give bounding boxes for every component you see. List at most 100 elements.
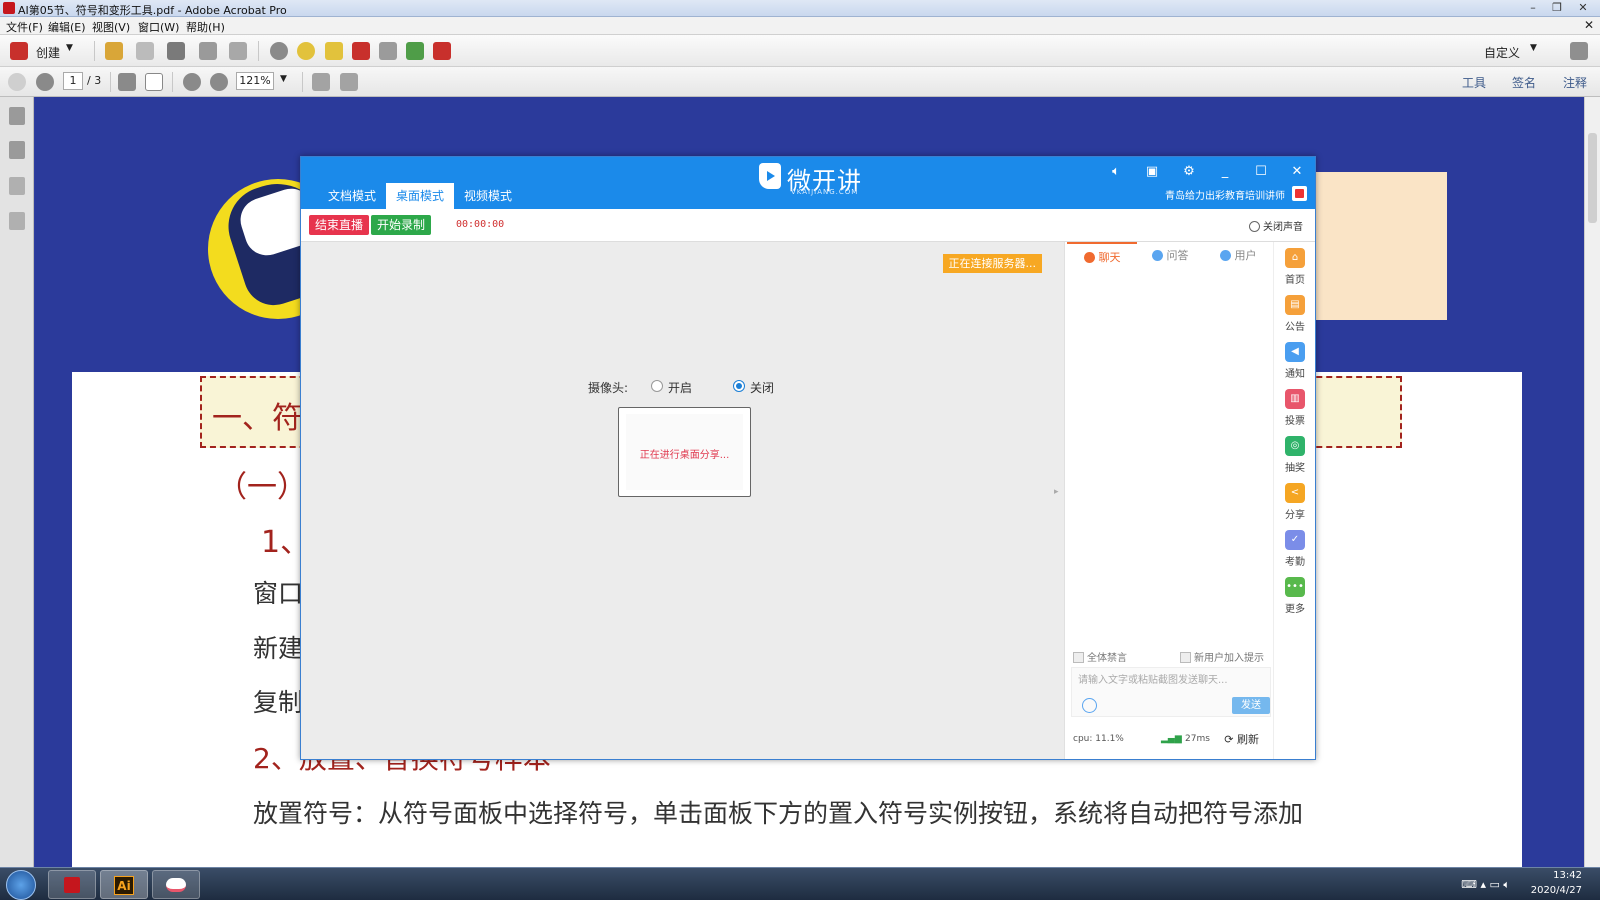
save-icon[interactable] [136,42,154,60]
rail-item-attendance[interactable]: ✓ 考勤 [1274,530,1316,568]
tab-chat[interactable]: 聊天 [1067,242,1137,270]
rail-item-vote[interactable]: ▥ 投票 [1274,389,1316,427]
tab-qa[interactable]: 问答 [1135,242,1205,270]
system-tray-icons[interactable]: ⌨ ▴ ▭ 🔈︎ [1461,878,1510,892]
taskbar-acrobat[interactable] [48,870,96,899]
refresh-button[interactable]: ⟳ 刷新 [1224,731,1259,747]
tab-document-mode[interactable]: 文档模式 [318,183,386,209]
highlight-icon[interactable] [325,42,343,60]
vkj-logo-icon [759,163,781,189]
close-window-button[interactable]: ✕ [1572,1,1594,15]
rail-item-notify[interactable]: ◀ 通知 [1274,342,1316,380]
create-button[interactable]: 创建 [36,44,60,61]
fit-page-icon[interactable] [340,73,358,91]
menu-file[interactable]: 文件(F) [6,19,43,35]
minimize-window-button[interactable]: – [1522,1,1544,15]
rail-item-notice[interactable]: ▤ 公告 [1274,295,1316,333]
zoom-out-icon[interactable] [183,73,201,91]
select-cursor-icon[interactable] [118,73,136,91]
zoom-in-icon[interactable] [210,73,228,91]
hand-tool-icon[interactable] [145,73,163,91]
tab-video-mode[interactable]: 视频模式 [454,183,522,209]
start-button-icon[interactable] [6,870,36,900]
emoji-icon[interactable] [1082,698,1097,713]
menu-view[interactable]: 视图(V) [92,19,130,35]
attachments-icon[interactable] [9,177,25,195]
mute-all-checkbox[interactable]: 全体禁言 [1073,649,1127,664]
vertical-scrollbar[interactable] [1584,97,1600,867]
body-paragraph: 放置符号：从符号面板中选择符号，单击面板下方的置入符号实例按钮，系统将自动把符号… [253,799,1304,828]
record-timer: 00:00:00 [456,219,505,230]
mute-icon [1249,221,1260,232]
rail-item-home[interactable]: ⌂ 首页 [1274,248,1316,286]
end-live-button[interactable]: 结束直播 [309,215,370,235]
rail-item-more[interactable]: ••• 更多 [1274,577,1316,615]
camera-on-label[interactable]: 开启 [668,379,692,396]
create-dropdown-icon[interactable]: ▼ [66,43,73,53]
screen-icon[interactable]: ▣ [1143,163,1161,181]
rail-item-lottery[interactable]: ◎ 抽奖 [1274,436,1316,474]
comment-pane-button[interactable]: 注释 [1563,74,1587,91]
taskbar-vkj[interactable] [152,870,200,899]
page-thumbnails-icon[interactable] [9,107,25,125]
home-icon: ⌂ [1285,248,1305,268]
export-icon[interactable] [406,42,424,60]
fit-width-icon[interactable] [312,73,330,91]
camera-off-label[interactable]: 关闭 [750,379,774,396]
tools-pane-button[interactable]: 工具 [1462,74,1486,91]
toolbar-separator [110,72,111,92]
toolbar-separator [302,72,303,92]
next-page-icon[interactable] [36,73,54,91]
email-icon[interactable] [229,42,247,60]
send-button[interactable]: 发送 [1232,697,1270,714]
panel-splitter-handle[interactable]: ▸ [1054,487,1059,497]
scrollbar-thumb[interactable] [1588,133,1597,223]
chat-input[interactable] [1078,672,1263,688]
settings-gear-icon[interactable]: ⚙︎ [1180,163,1198,181]
open-folder-icon[interactable] [105,42,123,60]
comment-bubble-icon[interactable] [297,42,315,60]
close-icon[interactable]: ✕ [1288,163,1306,181]
forms-icon[interactable] [433,42,451,60]
maximize-icon[interactable]: ☐ [1252,163,1270,181]
print-icon[interactable] [167,42,185,60]
zoom-dropdown-icon[interactable]: ▼ [280,74,287,84]
megaphone-icon: ◀ [1285,342,1305,362]
mute-sound-toggle[interactable]: 关闭声音 [1249,218,1303,233]
settings-gear-icon[interactable] [270,42,288,60]
create-icon[interactable] [10,42,28,60]
illustrator-icon: Ai [114,876,134,895]
sign-document-icon[interactable] [379,42,397,60]
customize-button[interactable]: 自定义 [1484,44,1520,61]
tab-desktop-mode[interactable]: 桌面模式 [386,183,455,209]
menu-help[interactable]: 帮助(H) [186,19,225,35]
rail-item-share[interactable]: < 分享 [1274,483,1316,521]
menu-window[interactable]: 窗口(W) [138,19,179,35]
vkj-logo-subtext: VKAIJIANG.COM [791,188,859,196]
zoom-level-input[interactable]: 121% [236,72,274,90]
page-number-input[interactable]: 1 [63,72,83,90]
clock-time[interactable]: 13:42 [1553,870,1582,881]
speaker-icon[interactable]: 🔈︎ [1107,163,1125,181]
start-record-button[interactable]: 开始录制 [371,215,432,235]
expand-icon[interactable] [1570,42,1588,60]
acrobat-title-bar: AI第05节、符号和变形工具.pdf - Adobe Acrobat Pro –… [0,0,1600,17]
clock-date[interactable]: 2020/4/27 [1531,885,1582,896]
signatures-icon[interactable] [9,212,25,230]
sign-pane-button[interactable]: 签名 [1512,74,1536,91]
tab-users[interactable]: 用户 [1203,242,1273,270]
menu-edit[interactable]: 编辑(E) [48,19,86,35]
new-user-notice-checkbox[interactable]: 新用户加入提示 [1180,649,1264,664]
secure-icon[interactable] [352,42,370,60]
camera-on-radio[interactable] [651,380,663,392]
camera-off-radio[interactable] [733,380,745,392]
bookmarks-icon[interactable] [9,141,25,159]
taskbar-illustrator[interactable]: Ai [100,870,148,899]
edit-document-icon[interactable] [199,42,217,60]
restore-window-button[interactable]: ❐ [1546,1,1568,15]
document-close-icon[interactable]: ✕ [1584,18,1594,32]
customize-dropdown-icon[interactable]: ▼ [1530,43,1537,53]
minimize-icon[interactable]: _ [1216,163,1234,181]
camera-label: 摄像头: [588,381,629,395]
previous-page-icon[interactable] [8,73,26,91]
